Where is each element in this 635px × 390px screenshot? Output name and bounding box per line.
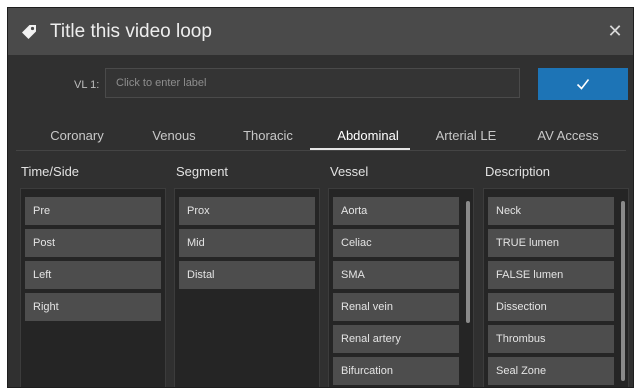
list-item[interactable]: Neck [488, 197, 614, 225]
tabs-divider [16, 150, 626, 151]
list-item[interactable]: Aorta [333, 197, 459, 225]
column-header-vessel: Vessel [330, 164, 369, 179]
video-loop-label-input[interactable] [105, 68, 520, 98]
list-item[interactable]: Dissection [488, 293, 614, 321]
tab-arterial-le[interactable]: Arterial LE [420, 127, 512, 151]
confirm-button[interactable] [538, 68, 628, 100]
list-item[interactable]: Renal artery [333, 325, 459, 353]
checkmark-icon [576, 79, 590, 90]
column-header-time-side: Time/Side [21, 164, 80, 179]
list-item[interactable]: Thrombus [488, 325, 614, 353]
list-item[interactable]: SMA [333, 261, 459, 289]
list-item[interactable]: TRUE lumen [488, 229, 614, 257]
list-item[interactable]: Renal vein [333, 293, 459, 321]
list-item[interactable]: Post [25, 229, 161, 257]
list-item[interactable]: Left [25, 261, 161, 289]
column-header-description: Description [485, 164, 551, 179]
dialog-title: Title this video loop [50, 21, 212, 42]
tab-av-access[interactable]: AV Access [518, 127, 618, 151]
close-icon[interactable]: ✕ [605, 21, 625, 41]
dialog-titlebar: Title this video loop ✕ [8, 8, 633, 55]
list-item[interactable]: Celiac [333, 229, 459, 257]
active-tab-indicator [310, 148, 410, 150]
list-item[interactable]: Bifurcation [333, 357, 459, 385]
list-item[interactable]: Right [25, 293, 161, 321]
list-item[interactable]: Mid [179, 229, 315, 257]
vessel-list-scrollbar[interactable] [466, 201, 470, 323]
tab-thoracic[interactable]: Thoracic [224, 127, 312, 151]
time-side-list: Pre Post Left Right [20, 188, 166, 387]
list-item[interactable]: Pre [25, 197, 161, 225]
list-item[interactable]: FALSE lumen [488, 261, 614, 289]
tab-venous[interactable]: Venous [134, 127, 214, 151]
tab-coronary[interactable]: Coronary [24, 127, 130, 151]
description-list-scrollbar[interactable] [621, 201, 625, 381]
segment-list: Prox Mid Distal [174, 188, 320, 387]
tag-icon [22, 25, 36, 39]
list-item[interactable]: Distal [179, 261, 315, 289]
list-item[interactable]: Prox [179, 197, 315, 225]
vessel-list: Aorta Celiac SMA Renal vein Renal artery… [328, 188, 474, 387]
video-loop-label-caption: VL 1: [74, 79, 100, 91]
list-item[interactable]: Seal Zone [488, 357, 614, 385]
column-header-segment: Segment [176, 164, 229, 179]
description-list: Neck TRUE lumen FALSE lumen Dissection T… [483, 188, 629, 387]
video-loop-title-dialog: Title this video loop ✕ VL 1: Coronary V… [7, 7, 634, 388]
